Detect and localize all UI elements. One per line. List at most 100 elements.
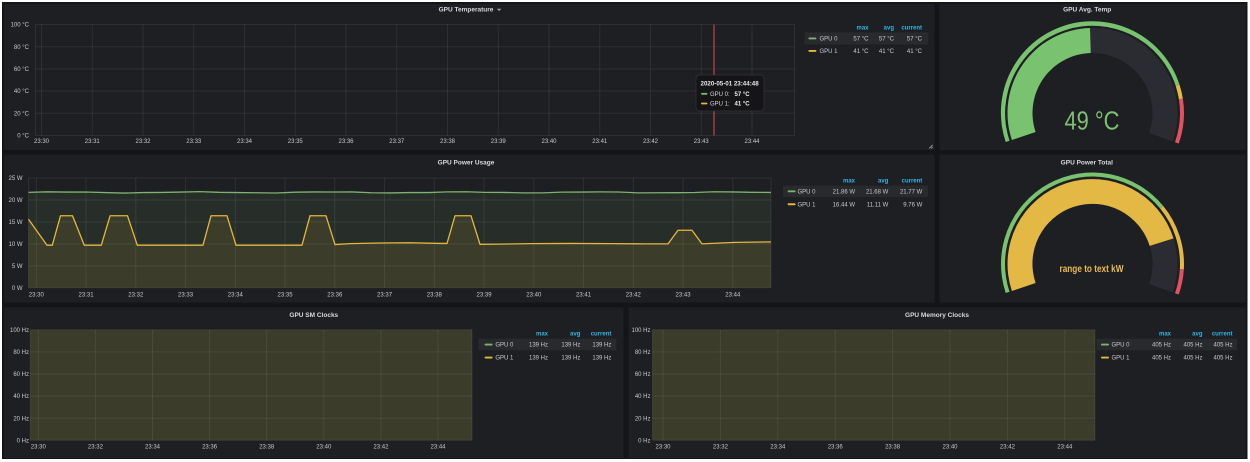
svg-text:23:40: 23:40: [526, 293, 542, 299]
svg-text:23:33: 23:33: [178, 293, 194, 299]
svg-text:41 °C: 41 °C: [735, 102, 751, 108]
svg-text:23:36: 23:36: [338, 139, 354, 145]
svg-text:139 Hz: 139 Hz: [561, 356, 580, 362]
svg-text:80 °C: 80 °C: [14, 45, 30, 51]
svg-text:21.77 W: 21.77 W: [900, 190, 923, 196]
svg-text:23:43: 23:43: [694, 139, 710, 145]
svg-text:80 Hz: 80 Hz: [13, 350, 29, 356]
svg-text:current: current: [902, 179, 923, 185]
svg-text:405 Hz: 405 Hz: [1183, 356, 1202, 362]
svg-text:405 Hz: 405 Hz: [1183, 343, 1202, 349]
svg-text:405 Hz: 405 Hz: [1152, 343, 1171, 349]
svg-text:max: max: [536, 331, 549, 337]
svg-text:GPU Power Usage: GPU Power Usage: [438, 159, 495, 166]
svg-text:23:40: 23:40: [942, 444, 958, 450]
svg-text:23:39: 23:39: [491, 139, 507, 145]
svg-text:max: max: [1159, 331, 1172, 337]
svg-text:GPU 0: GPU 0: [798, 190, 817, 196]
svg-text:57 °C: 57 °C: [879, 37, 895, 43]
svg-text:5 W: 5 W: [12, 264, 23, 270]
svg-text:23:42: 23:42: [643, 139, 659, 145]
svg-text:23:44: 23:44: [430, 444, 446, 450]
svg-text:20 Hz: 20 Hz: [13, 416, 29, 422]
svg-text:57 °C: 57 °C: [735, 92, 751, 98]
svg-text:23:35: 23:35: [288, 139, 304, 145]
svg-text:current: current: [591, 331, 612, 337]
svg-text:23:35: 23:35: [278, 293, 294, 299]
svg-text:20 °C: 20 °C: [14, 111, 30, 117]
svg-text:GPU 1: GPU 1: [798, 202, 817, 208]
svg-text:405 Hz: 405 Hz: [1213, 356, 1232, 362]
svg-text:range to text kW: range to text kW: [1060, 264, 1124, 275]
svg-text:0 °C: 0 °C: [17, 134, 29, 140]
svg-text:23:44: 23:44: [1057, 444, 1073, 450]
svg-text:23:30: 23:30: [29, 293, 45, 299]
svg-text:60 °C: 60 °C: [14, 67, 30, 73]
svg-text:23:42: 23:42: [626, 293, 642, 299]
svg-text:41 °C: 41 °C: [907, 49, 923, 55]
svg-text:GPU Power Total: GPU Power Total: [1061, 159, 1113, 166]
svg-text:139 Hz: 139 Hz: [561, 343, 580, 349]
svg-text:57 °C: 57 °C: [907, 37, 923, 43]
svg-text:avg: avg: [1192, 331, 1203, 337]
svg-text:23:32: 23:32: [713, 444, 729, 450]
svg-text:11.11 W: 11.11 W: [867, 202, 889, 208]
svg-text:15 W: 15 W: [8, 220, 22, 226]
svg-text:23:40: 23:40: [316, 444, 332, 450]
svg-text:current: current: [1212, 331, 1233, 337]
svg-text:GPU 0: GPU 0: [495, 343, 514, 349]
svg-text:40 °C: 40 °C: [14, 89, 30, 95]
svg-text:23:34: 23:34: [228, 293, 244, 299]
svg-text:23:43: 23:43: [676, 293, 692, 299]
svg-text:21.86 W: 21.86 W: [833, 190, 856, 196]
svg-text:23:42: 23:42: [373, 444, 389, 450]
svg-text:40 Hz: 40 Hz: [635, 394, 651, 400]
svg-text:GPU Temperature: GPU Temperature: [439, 6, 494, 13]
svg-text:23:41: 23:41: [592, 139, 608, 145]
svg-text:20 Hz: 20 Hz: [635, 416, 651, 422]
svg-text:40 Hz: 40 Hz: [13, 394, 29, 400]
svg-text:23:34: 23:34: [145, 444, 161, 450]
svg-text:80 Hz: 80 Hz: [635, 350, 651, 356]
svg-text:23:40: 23:40: [541, 139, 557, 145]
svg-text:49 °C: 49 °C: [1065, 105, 1120, 135]
svg-text:139 Hz: 139 Hz: [592, 343, 611, 349]
svg-text:10 W: 10 W: [8, 242, 22, 248]
svg-text:405 Hz: 405 Hz: [1213, 343, 1232, 349]
svg-text:60 Hz: 60 Hz: [13, 372, 29, 378]
svg-text:GPU 0: GPU 0: [820, 37, 839, 43]
svg-text:23:32: 23:32: [135, 139, 151, 145]
svg-text:23:44: 23:44: [744, 139, 760, 145]
svg-text:GPU 0:: GPU 0:: [710, 92, 730, 98]
svg-text:23:38: 23:38: [427, 293, 443, 299]
svg-text:405 Hz: 405 Hz: [1152, 356, 1171, 362]
svg-text:100 Hz: 100 Hz: [631, 328, 650, 334]
svg-text:139 Hz: 139 Hz: [592, 356, 611, 362]
svg-text:23:31: 23:31: [85, 139, 101, 145]
svg-text:23:30: 23:30: [34, 139, 50, 145]
svg-text:60 Hz: 60 Hz: [635, 372, 651, 378]
svg-text:23:39: 23:39: [477, 293, 493, 299]
svg-text:GPU 1: GPU 1: [820, 49, 839, 55]
svg-text:23:36: 23:36: [202, 444, 218, 450]
svg-text:139 Hz: 139 Hz: [529, 343, 548, 349]
svg-text:GPU 1:: GPU 1:: [710, 102, 730, 108]
svg-text:23:42: 23:42: [1000, 444, 1016, 450]
svg-text:0 Hz: 0 Hz: [17, 438, 29, 444]
svg-text:2020-05-01 23:44:48: 2020-05-01 23:44:48: [701, 81, 760, 88]
svg-text:21.68 W: 21.68 W: [866, 190, 889, 196]
svg-text:23:32: 23:32: [128, 293, 144, 299]
svg-text:23:34: 23:34: [237, 139, 253, 145]
svg-text:0 W: 0 W: [12, 286, 23, 292]
svg-text:23:44: 23:44: [725, 293, 741, 299]
svg-text:GPU Memory Clocks: GPU Memory Clocks: [905, 312, 969, 319]
svg-text:0 Hz: 0 Hz: [638, 438, 650, 444]
svg-text:max: max: [843, 179, 856, 185]
svg-text:25 W: 25 W: [8, 176, 22, 182]
svg-text:23:37: 23:37: [377, 293, 393, 299]
svg-text:23:34: 23:34: [770, 444, 786, 450]
svg-text:23:38: 23:38: [885, 444, 901, 450]
svg-text:139 Hz: 139 Hz: [529, 356, 548, 362]
svg-text:23:38: 23:38: [259, 444, 275, 450]
svg-text:41 °C: 41 °C: [879, 49, 895, 55]
